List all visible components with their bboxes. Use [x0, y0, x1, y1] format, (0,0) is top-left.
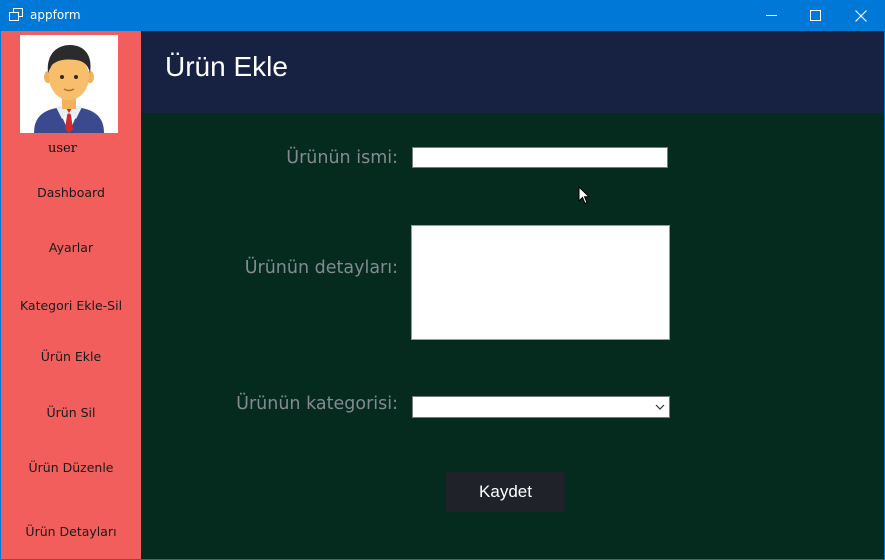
page-title: Ürün Ekle	[165, 51, 288, 82]
name-label: Ürünün ismi:	[286, 148, 398, 168]
user-label: user	[48, 141, 77, 156]
minimize-icon	[765, 15, 777, 16]
category-label: Ürünün kategorisi:	[236, 394, 398, 414]
category-select[interactable]	[412, 396, 670, 418]
maximize-icon	[809, 10, 821, 21]
close-icon	[855, 9, 867, 22]
window-title: appform	[30, 8, 81, 22]
sidebar-item-ayarlar[interactable]: Ayarlar	[1, 240, 141, 255]
sidebar-item-urun-sil[interactable]: Ürün Sil	[1, 405, 141, 420]
title-bar[interactable]: appform	[0, 0, 885, 31]
mouse-cursor-icon	[578, 186, 590, 205]
close-button[interactable]	[838, 0, 884, 31]
app-window-icon	[9, 8, 23, 21]
sidebar-item-urun-duzenle[interactable]: Ürün Düzenle	[1, 460, 141, 475]
maximize-button[interactable]	[792, 0, 838, 31]
user-avatar-icon	[34, 45, 104, 133]
sidebar-item-urun-ekle[interactable]: Ürün Ekle	[1, 349, 141, 364]
page-header: Ürün Ekle	[141, 31, 884, 113]
chevron-down-icon	[655, 404, 665, 410]
main-window: user Dashboard Ayarlar Kategori Ekle-Sil…	[1, 31, 884, 559]
sidebar: user Dashboard Ayarlar Kategori Ekle-Sil…	[1, 31, 141, 559]
save-button[interactable]: Kaydet	[446, 472, 565, 512]
details-label: Ürünün detayları:	[244, 258, 398, 278]
sidebar-item-dashboard[interactable]: Dashboard	[1, 185, 141, 200]
sidebar-item-kategori-ekle-sil[interactable]: Kategori Ekle-Sil	[1, 298, 141, 313]
minimize-button[interactable]	[748, 0, 794, 31]
product-name-input[interactable]	[412, 147, 668, 168]
avatar	[20, 35, 118, 133]
product-details-textarea[interactable]	[411, 225, 670, 340]
sidebar-item-urun-detaylari[interactable]: Ürün Detayları	[1, 524, 141, 539]
